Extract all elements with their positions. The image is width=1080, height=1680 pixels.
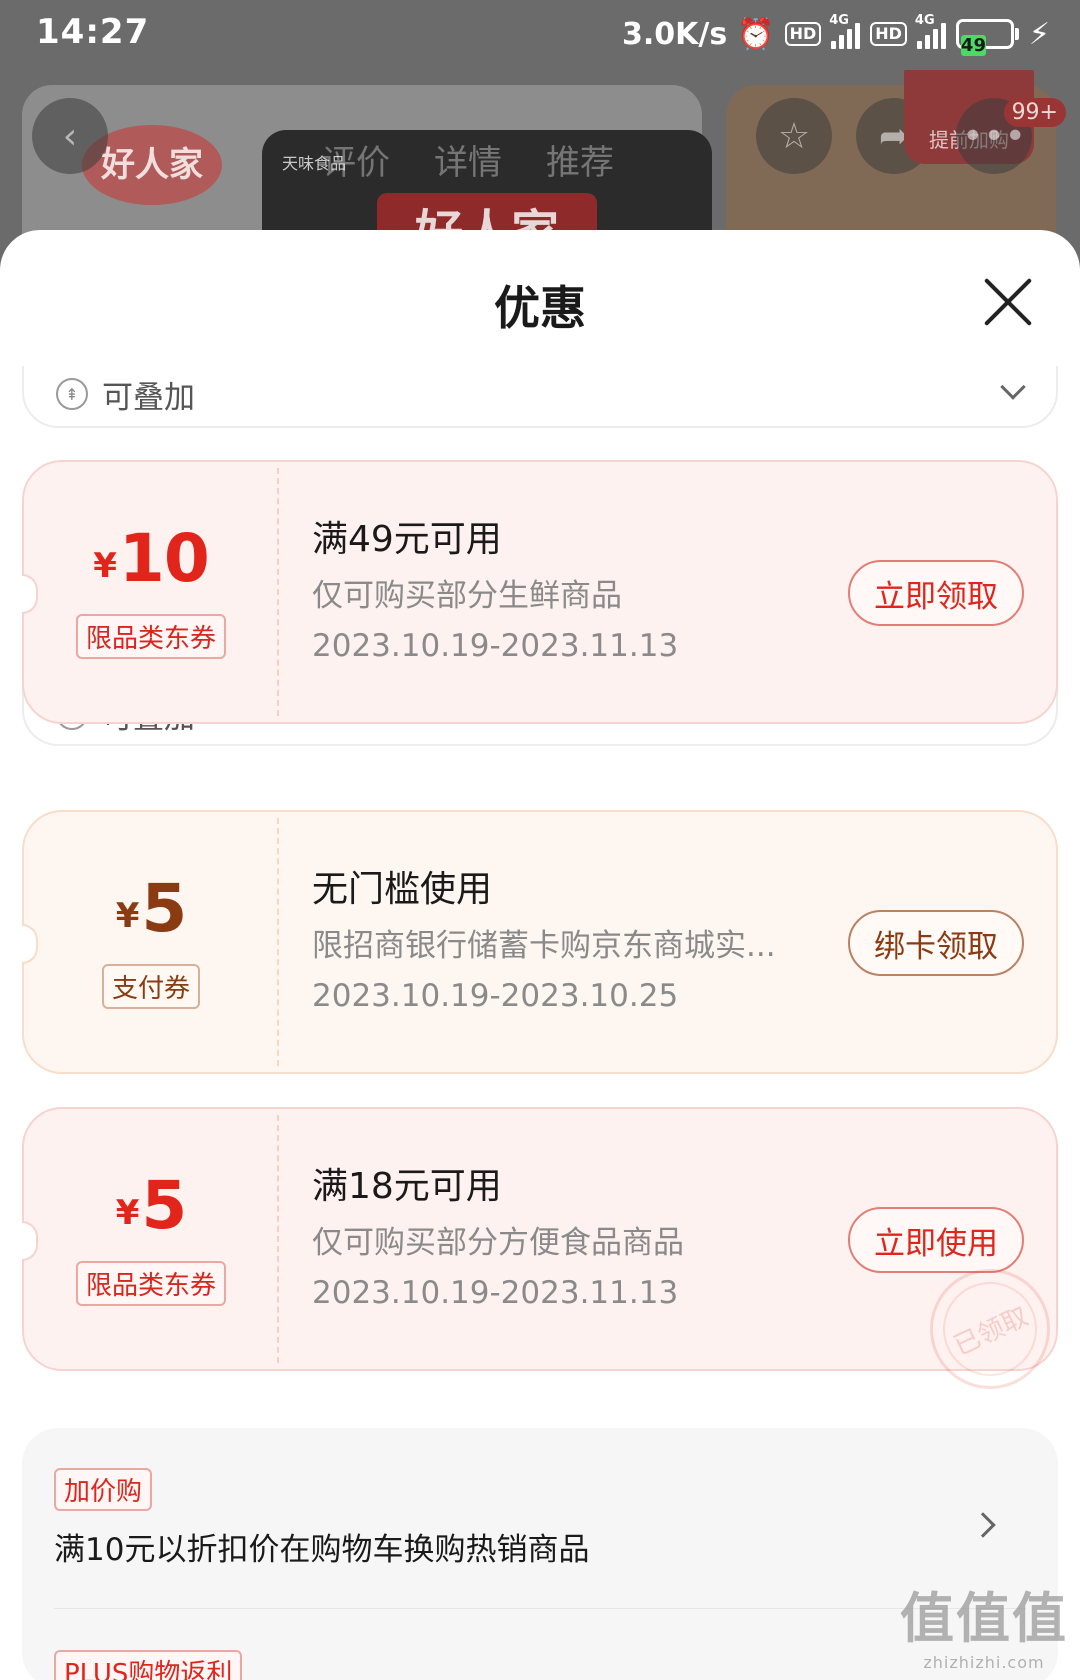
stackable-label: 可叠加: [102, 379, 195, 416]
back-arrow-icon: ‹: [62, 115, 78, 157]
coupon-list[interactable]: ⇞ 可叠加 ⇞ 可叠加 ¥10 限品类东券 满49元可用 仅可购买部分生鲜商品 …: [0, 366, 1080, 1680]
plus-rebate-tag: PLUS购物返利: [54, 1650, 243, 1680]
charging-icon: ⚡: [1028, 16, 1050, 52]
product-tabs: 评价 详情 推荐: [322, 135, 614, 184]
bind-card-claim-button[interactable]: 绑卡领取: [848, 910, 1024, 976]
favorite-button[interactable]: ☆: [756, 98, 832, 174]
coupon-desc: 限招商银行储蓄卡购京东商城实...: [312, 928, 776, 964]
back-button[interactable]: ‹: [32, 98, 108, 174]
status-bar: 14:27 3.0K/s ⏰ HD 4G HD 4G 49 ⚡: [0, 0, 1080, 70]
coupon-title: 满18元可用: [312, 1166, 502, 1207]
coupon-type-tag: 支付券: [101, 964, 201, 1009]
hd-badge-2: HD: [870, 22, 907, 46]
coupon-card-2[interactable]: ¥5 支付券 无门槛使用 限招商银行储蓄卡购京东商城实... 2023.10.1…: [22, 810, 1058, 1074]
coupon-date: 2023.10.19-2023.10.25: [312, 978, 679, 1014]
addon-text: 满10元以折扣价在购物车换购热销商品: [54, 1532, 590, 1568]
status-time: 14:27: [36, 12, 150, 52]
signal-icon-2: 4G: [915, 13, 946, 49]
use-now-button[interactable]: 立即使用: [848, 1207, 1024, 1273]
signal-icon-1: 4G: [829, 13, 861, 49]
net-speed: 3.0K/s: [622, 16, 728, 52]
claim-button[interactable]: 立即领取: [848, 560, 1024, 626]
coupon-date: 2023.10.19-2023.11.13: [312, 628, 679, 664]
coupon-type-tag: 限品类东券: [75, 1261, 227, 1306]
coupon-date: 2023.10.19-2023.11.13: [312, 1275, 679, 1311]
battery-icon: 49: [955, 19, 1019, 56]
hd-badge-1: HD: [784, 22, 822, 46]
coupon-title: 无门槛使用: [312, 869, 493, 910]
discount-sheet: 优惠 ⇞ 可叠加 ⇞ 可叠加 ¥10 限品类东券 满49元可用 仅可购买部分生鲜…: [0, 230, 1080, 1680]
message-badge: 99+: [1003, 98, 1066, 127]
claimed-stamp: 已领取: [910, 1249, 1070, 1409]
network-type-2: 4G: [914, 13, 935, 28]
watermark-logo: 值值值: [900, 1587, 1068, 1650]
network-type-1: 4G: [829, 13, 849, 28]
alarm-icon: ⏰: [737, 16, 775, 52]
status-icons: 3.0K/s ⏰ HD 4G HD 4G 49 ⚡: [622, 13, 1050, 56]
stackable-icon: ⇞: [56, 378, 88, 410]
addon-tag: 加价购: [54, 1468, 153, 1511]
sheet-title: 优惠: [494, 281, 586, 335]
coupon-desc: 仅可购买部分生鲜商品: [312, 578, 622, 614]
coupon-type-tag: 限品类东券: [75, 614, 227, 659]
close-button[interactable]: [980, 274, 1036, 330]
tab-reviews[interactable]: 评价: [322, 135, 390, 184]
site-watermark: 值值值 zhizhizhi.com: [900, 1574, 1068, 1672]
watermark-url: zhizhizhi.com: [923, 1653, 1045, 1672]
stackable-toggle-top[interactable]: ⇞ 可叠加: [22, 366, 1058, 428]
chevron-right-icon: [970, 1512, 996, 1538]
chevron-down-icon: [1000, 374, 1026, 400]
star-icon: ☆: [777, 115, 811, 157]
tab-details[interactable]: 详情: [434, 135, 502, 184]
coupon-title: 满49元可用: [312, 519, 502, 560]
coupon-desc: 仅可购买部分方便食品商品: [312, 1225, 684, 1261]
battery-level: 49: [960, 35, 986, 56]
coupon-card-3[interactable]: ¥5 限品类东券 满18元可用 仅可购买部分方便食品商品 2023.10.19-…: [22, 1107, 1070, 1409]
coupon-card-1[interactable]: ¥10 限品类东券 满49元可用 仅可购买部分生鲜商品 2023.10.19-2…: [22, 460, 1058, 724]
tab-recommend[interactable]: 推荐: [546, 135, 614, 184]
divider: [54, 1608, 1026, 1609]
